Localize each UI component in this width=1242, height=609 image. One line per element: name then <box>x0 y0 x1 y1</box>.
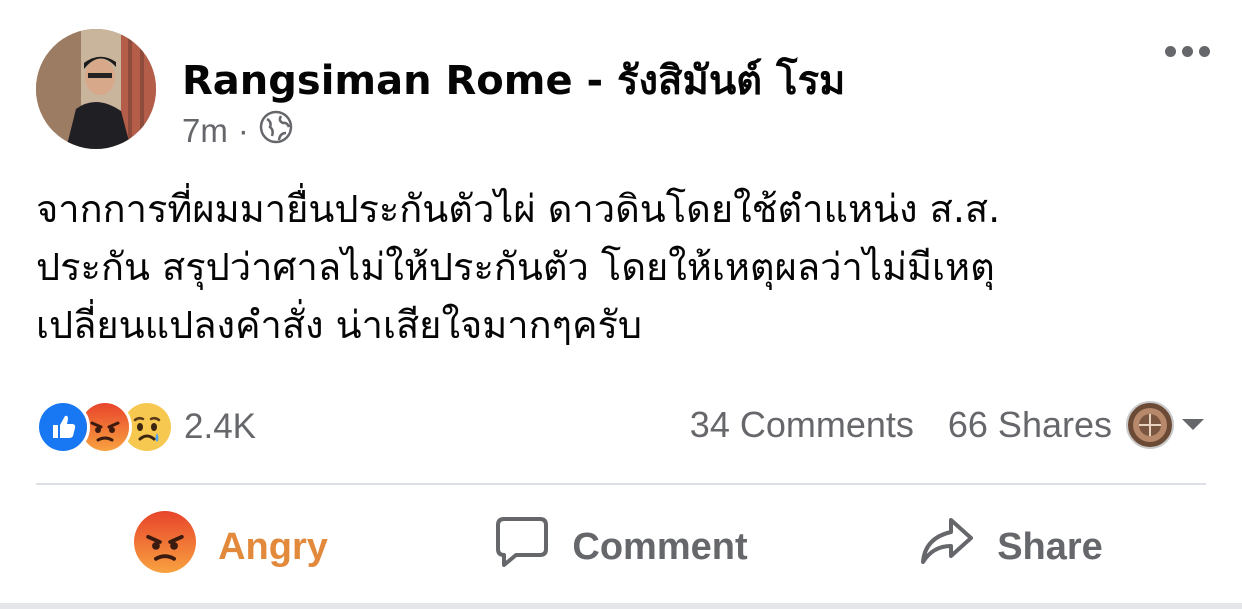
reactions-summary[interactable]: 2.4K <box>36 400 256 454</box>
divider <box>36 483 1206 485</box>
author-avatar[interactable] <box>36 29 156 149</box>
page-avatar-icon <box>1126 401 1174 454</box>
angry-icon <box>134 511 197 583</box>
react-button-label: Angry <box>218 525 328 568</box>
more-options-button[interactable] <box>1165 46 1210 57</box>
post-text-line: ประกัน สรุปว่าศาลไม่ให้ประกันตัว โดยให้เ… <box>36 245 995 289</box>
post-text-line: เปลี่ยนแปลงคำสั่ง น่าเสียใจมากๆครับ <box>36 303 643 347</box>
meta-separator: · <box>237 112 249 149</box>
comment-icon <box>494 515 550 579</box>
shares-count[interactable]: 66 Shares <box>948 404 1112 446</box>
post-text: จากการที่ผมมายื่นประกันตัวไผ่ ดาวดินโดยใ… <box>36 180 1206 354</box>
chevron-down-icon <box>1180 416 1206 439</box>
author-name[interactable]: Rangsiman Rome - รังสิมันต์ โรม <box>182 48 845 112</box>
post-meta: 7m · <box>182 110 293 152</box>
share-button[interactable]: Share <box>816 505 1206 589</box>
comment-button-label: Comment <box>572 525 748 568</box>
globe-icon <box>259 110 293 152</box>
react-as-selector[interactable] <box>1126 401 1206 454</box>
post-timestamp[interactable]: 7m <box>182 112 228 150</box>
comment-button[interactable]: Comment <box>426 505 816 589</box>
comments-count[interactable]: 34 Comments <box>690 404 914 446</box>
post-stats: 34 Comments 66 Shares <box>690 404 1112 446</box>
react-button[interactable]: Angry <box>36 505 426 589</box>
post-action-bar: Angry Comment Share <box>36 505 1206 589</box>
more-dot-icon <box>1199 46 1210 57</box>
share-icon <box>919 516 975 578</box>
post-text-line: จากการที่ผมมายื่นประกันตัวไผ่ ดาวดินโดยใ… <box>36 187 1001 231</box>
more-dot-icon <box>1165 46 1176 57</box>
like-icon <box>36 400 90 454</box>
bottom-separator <box>0 603 1242 609</box>
more-dot-icon <box>1182 46 1193 57</box>
share-button-label: Share <box>997 525 1103 568</box>
reaction-count: 2.4K <box>184 407 256 446</box>
